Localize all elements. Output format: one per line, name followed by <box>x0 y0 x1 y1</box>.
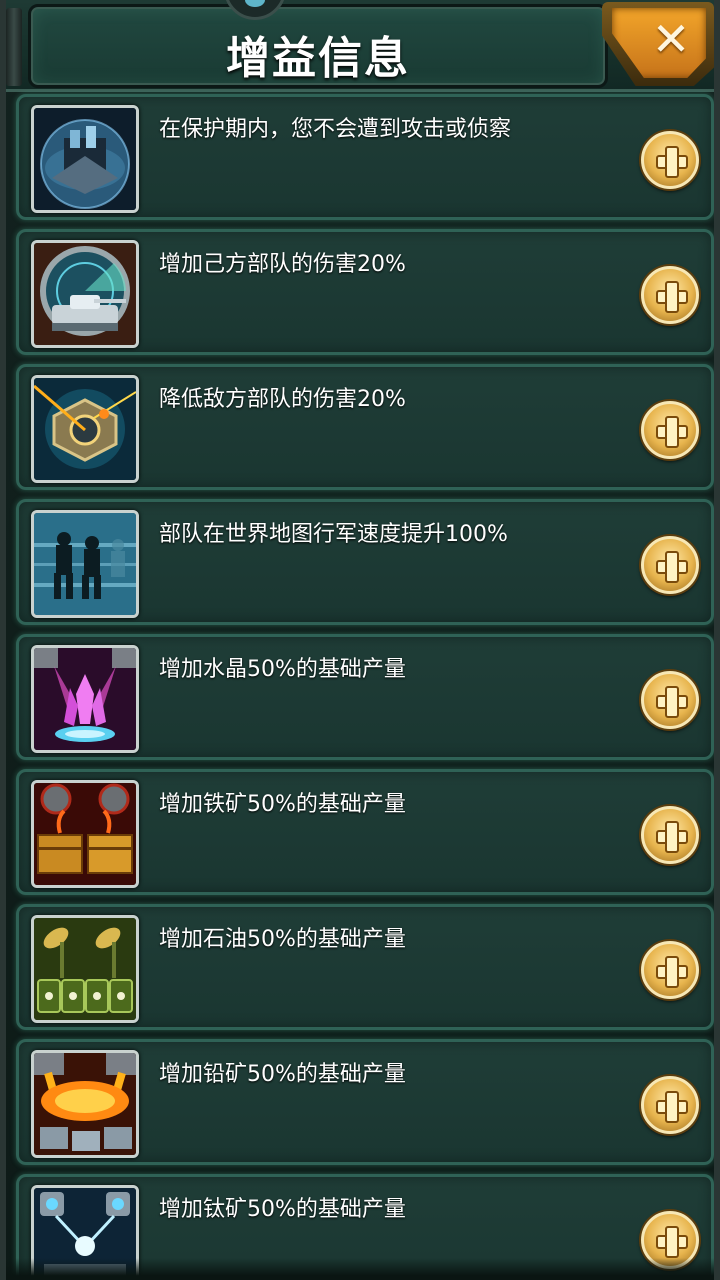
buff-item: 增加石油50%的基础产量 <box>16 904 714 1030</box>
add-buff-button[interactable] <box>641 536 699 594</box>
list-fade <box>6 1258 714 1280</box>
buff-description: 增加水晶50%的基础产量 <box>159 657 406 682</box>
buff-list[interactable]: 在保护期内，您不会遭到攻击或侦察 增加己方部队的伤害20% 降低敌方部队的伤害2… <box>16 94 714 1280</box>
add-buff-button[interactable] <box>641 266 699 324</box>
buff-description: 增加己方部队的伤害20% <box>159 252 406 277</box>
buff-item: 增加水晶50%的基础产量 <box>16 634 714 760</box>
close-icon: ✕ <box>651 12 691 66</box>
buff-description: 增加石油50%的基础产量 <box>159 927 406 952</box>
plus-icon <box>644 539 696 591</box>
soldiers-march-icon <box>31 510 139 618</box>
header-bar: 增益信息 ✕ <box>6 0 714 92</box>
plus-icon <box>644 269 696 321</box>
plus-icon <box>644 944 696 996</box>
laser-armor-icon <box>31 375 139 483</box>
plus-icon <box>644 134 696 186</box>
fortress-shield-icon <box>31 105 139 213</box>
buff-item: 增加己方部队的伤害20% <box>16 229 714 355</box>
plus-icon <box>644 1079 696 1131</box>
add-buff-button[interactable] <box>641 1076 699 1134</box>
add-buff-button[interactable] <box>641 401 699 459</box>
crystal-icon <box>31 645 139 753</box>
buff-description: 增加铁矿50%的基础产量 <box>159 792 406 817</box>
buff-description: 增加铅矿50%的基础产量 <box>159 1062 406 1087</box>
close-button[interactable]: ✕ <box>596 0 714 92</box>
plus-icon <box>644 674 696 726</box>
buff-info-screen: 增益信息 ✕ 在保护期内，您不会遭到攻击或侦察 增加己方部队的伤害20% 降低敌… <box>0 0 720 1280</box>
add-buff-button[interactable] <box>641 941 699 999</box>
buff-item: 在保护期内，您不会遭到攻击或侦察 <box>16 94 714 220</box>
page-title: 增益信息 <box>226 33 410 84</box>
lead-ore-icon <box>31 1050 139 1158</box>
tank-radar-icon <box>31 240 139 348</box>
iron-ore-icon <box>31 780 139 888</box>
buff-description: 部队在世界地图行军速度提升100% <box>159 522 508 547</box>
oil-barrel-icon <box>31 915 139 1023</box>
frame-bolt <box>6 8 22 86</box>
buff-item: 降低敌方部队的伤害20% <box>16 364 714 490</box>
buff-description: 降低敌方部队的伤害20% <box>159 387 406 412</box>
add-buff-button[interactable] <box>641 806 699 864</box>
buff-description: 增加钛矿50%的基础产量 <box>159 1197 406 1222</box>
buff-description: 在保护期内，您不会遭到攻击或侦察 <box>159 117 512 142</box>
buff-item: 部队在世界地图行军速度提升100% <box>16 499 714 625</box>
plus-icon <box>644 809 696 861</box>
buff-item: 增加铁矿50%的基础产量 <box>16 769 714 895</box>
add-buff-button[interactable] <box>641 671 699 729</box>
plus-icon <box>644 404 696 456</box>
add-buff-button[interactable] <box>641 131 699 189</box>
buff-item: 增加铅矿50%的基础产量 <box>16 1039 714 1165</box>
